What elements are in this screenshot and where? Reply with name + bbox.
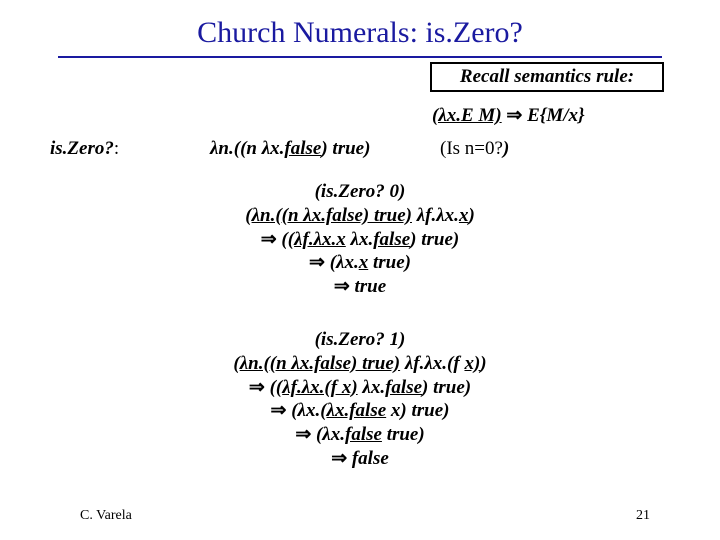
t: (( (270, 377, 283, 398)
arrow-icon: ⇒ (271, 400, 292, 421)
t: λx. (346, 229, 373, 250)
t: λf.λx. (412, 205, 459, 226)
derivation-zero: (is.Zero? 0) (λn.((n λx.false) true) λf.… (0, 180, 720, 299)
def-u: false (284, 138, 321, 159)
t: ) true) (410, 229, 459, 250)
rule-lhs: (λx.E M) (432, 105, 502, 126)
t: x) true) (386, 400, 449, 421)
t: ) (480, 353, 486, 374)
b0-l1: (is.Zero? 0) (0, 180, 720, 204)
b0-l2: (λn.((n λx.false) true) λf.λx.x) (0, 204, 720, 228)
t: true) (382, 424, 425, 445)
t: x (459, 205, 469, 226)
t: ) true) (422, 377, 471, 398)
arrow-icon: ⇒ (249, 377, 270, 398)
t: x) (464, 353, 480, 374)
b1-l6: ⇒ false (0, 447, 720, 471)
t: false (345, 424, 382, 445)
t: λx. (358, 377, 385, 398)
t: (λx.( (291, 400, 326, 421)
t: x (359, 252, 369, 273)
b1-l1: (is.Zero? 1) (0, 328, 720, 352)
arrow-icon: ⇒ (261, 229, 282, 250)
iszero-definition: λn.((n λx.false) true) (210, 138, 370, 160)
comment-paren: ) (503, 138, 509, 159)
def-post: ) true) (321, 138, 370, 159)
t: ) (468, 205, 474, 226)
iszero-comment: (Is n=0?) (440, 138, 509, 160)
t: (λx. (330, 252, 359, 273)
arrow-icon: ⇒ (334, 276, 355, 297)
t: (( (281, 229, 294, 250)
b1-l2: (λn.((n λx.false) true) λf.λx.(f x)) (0, 352, 720, 376)
b1-l3: ⇒ ((λf.λx.(f x) λx.false) true) (0, 376, 720, 400)
t: λn.((n λx.false) true) (252, 205, 412, 226)
colon: : (114, 138, 119, 159)
title-underline (58, 56, 662, 58)
arrow-icon: ⇒ (331, 448, 352, 469)
b0-l4: ⇒ (λx.x true) (0, 251, 720, 275)
arrow-icon: ⇒ (309, 252, 330, 273)
footer-author: C. Varela (80, 508, 132, 524)
t: true) (368, 252, 411, 273)
def-pre: λn.((n λx. (210, 138, 284, 159)
t: λf.λx.(f (400, 353, 464, 374)
slide-title: Church Numerals: is.Zero? (0, 16, 720, 50)
derivation-one: (is.Zero? 1) (λn.((n λx.false) true) λf.… (0, 328, 720, 471)
t: λx.false (327, 400, 387, 421)
iszero-label-text: is.Zero? (50, 138, 114, 159)
b1-l4: ⇒ (λx.(λx.false x) true) (0, 399, 720, 423)
b1-l5: ⇒ (λx.false true) (0, 423, 720, 447)
t: λf.λx.x (294, 229, 346, 250)
b0-l3: ⇒ ((λf.λx.x λx.false) true) (0, 228, 720, 252)
t: false (373, 229, 410, 250)
t: true (354, 276, 386, 297)
comment-pre: (Is n=0? (440, 138, 503, 159)
iszero-label: is.Zero?: (50, 138, 119, 160)
t: λn.((n λx.false) true) (240, 353, 400, 374)
slide: Church Numerals: is.Zero? Recall semanti… (0, 0, 720, 540)
semantics-rule: (λx.E M) ⇒ E{M/x} (432, 104, 585, 127)
t: false (385, 377, 422, 398)
rule-arrow: ⇒ (502, 105, 527, 126)
t: λf.λx.(f x) (282, 377, 357, 398)
b0-l5: ⇒ true (0, 275, 720, 299)
rule-rhs: E{M/x} (527, 105, 585, 126)
recall-box: Recall semantics rule: (430, 62, 664, 92)
t: (λx. (316, 424, 345, 445)
footer-page-number: 21 (636, 508, 650, 524)
arrow-icon: ⇒ (295, 424, 316, 445)
t: false (352, 448, 389, 469)
